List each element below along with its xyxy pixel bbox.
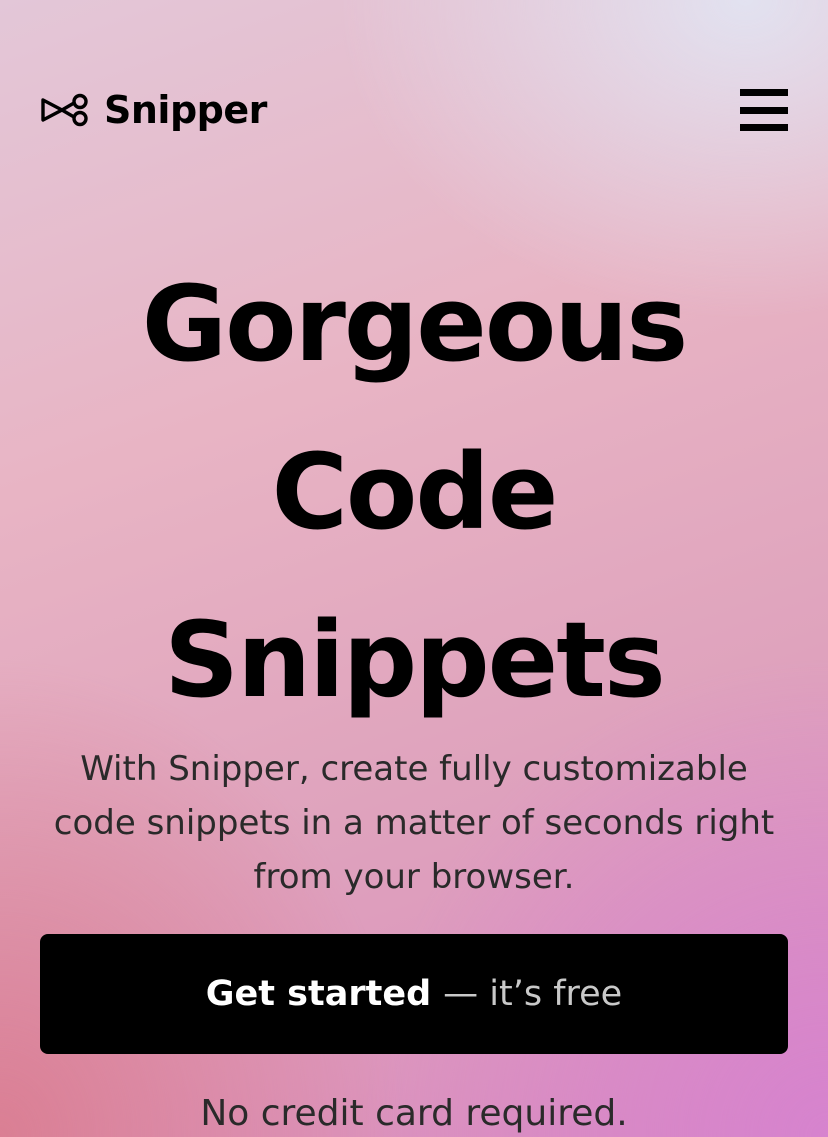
menu-bar-middle	[740, 106, 788, 114]
no-credit-card-note: No credit card required.	[200, 1093, 628, 1134]
brand-logo-link[interactable]: Snipper	[40, 91, 267, 129]
hero-title-line-1: Gorgeous	[141, 263, 688, 385]
menu-bar-bottom	[740, 124, 788, 131]
get-started-label: Get started	[205, 974, 432, 1014]
site-header: Snipper	[40, 80, 788, 140]
brand-name: Snipper	[104, 88, 267, 132]
menu-bar-top	[740, 89, 788, 96]
hero-title-line-2: Code	[271, 431, 559, 553]
get-started-button[interactable]: Get started — it’s free	[40, 934, 788, 1054]
free-label: — it’s free	[443, 974, 623, 1014]
scissors-icon	[41, 93, 88, 127]
hamburger-menu-icon[interactable]	[740, 89, 788, 131]
hero-title-line-3: Snippets	[164, 599, 666, 721]
hero-title: Gorgeous Code Snippets	[0, 240, 828, 744]
hero-subtitle: With Snipper, create fully customizable …	[53, 749, 775, 897]
